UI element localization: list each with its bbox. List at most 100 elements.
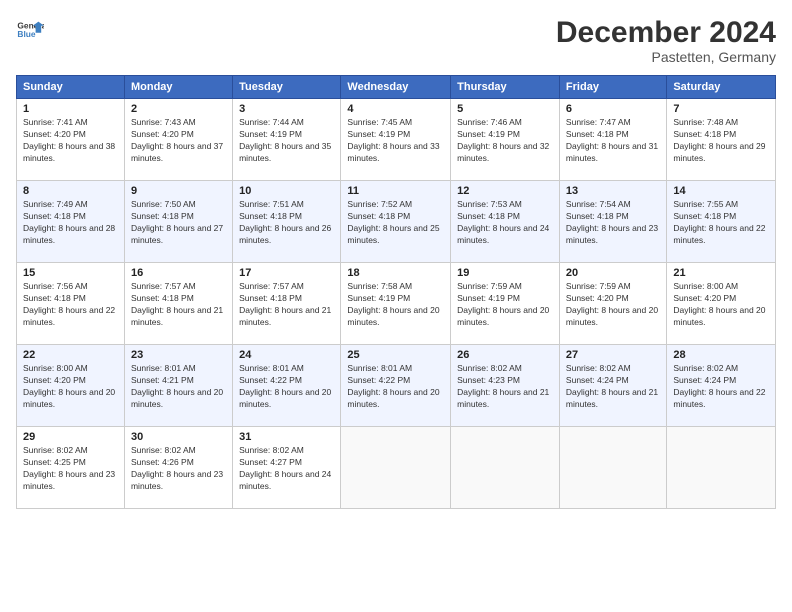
calendar-cell: 22 Sunrise: 8:00 AM Sunset: 4:20 PM Dayl… bbox=[17, 345, 125, 427]
day-number: 1 bbox=[23, 103, 118, 115]
day-number: 26 bbox=[457, 349, 553, 361]
day-info: Sunrise: 8:02 AM Sunset: 4:24 PM Dayligh… bbox=[566, 363, 660, 411]
day-info: Sunrise: 7:55 AM Sunset: 4:18 PM Dayligh… bbox=[673, 199, 769, 247]
day-number: 28 bbox=[673, 349, 769, 361]
day-info: Sunrise: 7:59 AM Sunset: 4:19 PM Dayligh… bbox=[457, 281, 553, 329]
calendar-cell: 31 Sunrise: 8:02 AM Sunset: 4:27 PM Dayl… bbox=[233, 427, 341, 509]
day-info: Sunrise: 7:46 AM Sunset: 4:19 PM Dayligh… bbox=[457, 117, 553, 165]
day-info: Sunrise: 8:00 AM Sunset: 4:20 PM Dayligh… bbox=[23, 363, 118, 411]
day-info: Sunrise: 7:58 AM Sunset: 4:19 PM Dayligh… bbox=[347, 281, 444, 329]
svg-text:Blue: Blue bbox=[17, 29, 35, 39]
day-number: 19 bbox=[457, 267, 553, 279]
day-number: 29 bbox=[23, 431, 118, 443]
day-info: Sunrise: 7:54 AM Sunset: 4:18 PM Dayligh… bbox=[566, 199, 660, 247]
day-number: 7 bbox=[673, 103, 769, 115]
day-number: 13 bbox=[566, 185, 660, 197]
day-info: Sunrise: 7:43 AM Sunset: 4:20 PM Dayligh… bbox=[131, 117, 226, 165]
day-info: Sunrise: 8:01 AM Sunset: 4:22 PM Dayligh… bbox=[239, 363, 334, 411]
calendar-cell: 19 Sunrise: 7:59 AM Sunset: 4:19 PM Dayl… bbox=[451, 263, 560, 345]
calendar-cell: 17 Sunrise: 7:57 AM Sunset: 4:18 PM Dayl… bbox=[233, 263, 341, 345]
calendar-cell: 14 Sunrise: 7:55 AM Sunset: 4:18 PM Dayl… bbox=[667, 181, 776, 263]
day-number: 24 bbox=[239, 349, 334, 361]
day-info: Sunrise: 8:02 AM Sunset: 4:25 PM Dayligh… bbox=[23, 445, 118, 493]
day-number: 23 bbox=[131, 349, 226, 361]
day-number: 14 bbox=[673, 185, 769, 197]
day-number: 2 bbox=[131, 103, 226, 115]
day-number: 8 bbox=[23, 185, 118, 197]
day-info: Sunrise: 7:47 AM Sunset: 4:18 PM Dayligh… bbox=[566, 117, 660, 165]
day-number: 18 bbox=[347, 267, 444, 279]
day-number: 27 bbox=[566, 349, 660, 361]
day-info: Sunrise: 7:51 AM Sunset: 4:18 PM Dayligh… bbox=[239, 199, 334, 247]
header: General Blue December 2024 Pastetten, Ge… bbox=[16, 16, 776, 65]
day-number: 11 bbox=[347, 185, 444, 197]
calendar-cell: 15 Sunrise: 7:56 AM Sunset: 4:18 PM Dayl… bbox=[17, 263, 125, 345]
calendar-cell: 2 Sunrise: 7:43 AM Sunset: 4:20 PM Dayli… bbox=[124, 99, 232, 181]
day-info: Sunrise: 7:53 AM Sunset: 4:18 PM Dayligh… bbox=[457, 199, 553, 247]
day-info: Sunrise: 7:52 AM Sunset: 4:18 PM Dayligh… bbox=[347, 199, 444, 247]
calendar-cell bbox=[667, 427, 776, 509]
calendar-cell: 1 Sunrise: 7:41 AM Sunset: 4:20 PM Dayli… bbox=[17, 99, 125, 181]
calendar-cell: 18 Sunrise: 7:58 AM Sunset: 4:19 PM Dayl… bbox=[341, 263, 451, 345]
day-info: Sunrise: 7:59 AM Sunset: 4:20 PM Dayligh… bbox=[566, 281, 660, 329]
calendar-table: Sunday Monday Tuesday Wednesday Thursday… bbox=[16, 75, 776, 509]
day-number: 4 bbox=[347, 103, 444, 115]
col-monday: Monday bbox=[124, 76, 232, 99]
day-number: 3 bbox=[239, 103, 334, 115]
col-tuesday: Tuesday bbox=[233, 76, 341, 99]
day-info: Sunrise: 8:01 AM Sunset: 4:22 PM Dayligh… bbox=[347, 363, 444, 411]
day-info: Sunrise: 8:02 AM Sunset: 4:26 PM Dayligh… bbox=[131, 445, 226, 493]
day-info: Sunrise: 7:49 AM Sunset: 4:18 PM Dayligh… bbox=[23, 199, 118, 247]
calendar-cell: 26 Sunrise: 8:02 AM Sunset: 4:23 PM Dayl… bbox=[451, 345, 560, 427]
day-info: Sunrise: 8:01 AM Sunset: 4:21 PM Dayligh… bbox=[131, 363, 226, 411]
calendar-cell: 16 Sunrise: 7:57 AM Sunset: 4:18 PM Dayl… bbox=[124, 263, 232, 345]
col-wednesday: Wednesday bbox=[341, 76, 451, 99]
logo-icon: General Blue bbox=[16, 16, 44, 44]
day-info: Sunrise: 7:44 AM Sunset: 4:19 PM Dayligh… bbox=[239, 117, 334, 165]
day-info: Sunrise: 8:02 AM Sunset: 4:24 PM Dayligh… bbox=[673, 363, 769, 411]
day-info: Sunrise: 7:50 AM Sunset: 4:18 PM Dayligh… bbox=[131, 199, 226, 247]
calendar-cell: 6 Sunrise: 7:47 AM Sunset: 4:18 PM Dayli… bbox=[559, 99, 666, 181]
calendar-cell: 12 Sunrise: 7:53 AM Sunset: 4:18 PM Dayl… bbox=[451, 181, 560, 263]
page: General Blue December 2024 Pastetten, Ge… bbox=[0, 0, 792, 612]
calendar-cell: 9 Sunrise: 7:50 AM Sunset: 4:18 PM Dayli… bbox=[124, 181, 232, 263]
month-title: December 2024 bbox=[556, 16, 776, 49]
col-sunday: Sunday bbox=[17, 76, 125, 99]
day-number: 5 bbox=[457, 103, 553, 115]
calendar-cell: 23 Sunrise: 8:01 AM Sunset: 4:21 PM Dayl… bbox=[124, 345, 232, 427]
day-info: Sunrise: 7:57 AM Sunset: 4:18 PM Dayligh… bbox=[131, 281, 226, 329]
day-info: Sunrise: 7:41 AM Sunset: 4:20 PM Dayligh… bbox=[23, 117, 118, 165]
calendar-cell: 21 Sunrise: 8:00 AM Sunset: 4:20 PM Dayl… bbox=[667, 263, 776, 345]
day-number: 16 bbox=[131, 267, 226, 279]
col-thursday: Thursday bbox=[451, 76, 560, 99]
calendar-cell: 7 Sunrise: 7:48 AM Sunset: 4:18 PM Dayli… bbox=[667, 99, 776, 181]
day-info: Sunrise: 7:45 AM Sunset: 4:19 PM Dayligh… bbox=[347, 117, 444, 165]
calendar-cell: 24 Sunrise: 8:01 AM Sunset: 4:22 PM Dayl… bbox=[233, 345, 341, 427]
calendar-cell: 10 Sunrise: 7:51 AM Sunset: 4:18 PM Dayl… bbox=[233, 181, 341, 263]
calendar-cell: 27 Sunrise: 8:02 AM Sunset: 4:24 PM Dayl… bbox=[559, 345, 666, 427]
calendar-cell: 25 Sunrise: 8:01 AM Sunset: 4:22 PM Dayl… bbox=[341, 345, 451, 427]
day-info: Sunrise: 7:56 AM Sunset: 4:18 PM Dayligh… bbox=[23, 281, 118, 329]
day-info: Sunrise: 7:57 AM Sunset: 4:18 PM Dayligh… bbox=[239, 281, 334, 329]
calendar-cell bbox=[451, 427, 560, 509]
day-number: 30 bbox=[131, 431, 226, 443]
calendar-cell: 8 Sunrise: 7:49 AM Sunset: 4:18 PM Dayli… bbox=[17, 181, 125, 263]
day-info: Sunrise: 8:00 AM Sunset: 4:20 PM Dayligh… bbox=[673, 281, 769, 329]
title-block: December 2024 Pastetten, Germany bbox=[556, 16, 776, 65]
calendar-cell bbox=[341, 427, 451, 509]
col-saturday: Saturday bbox=[667, 76, 776, 99]
calendar-cell: 20 Sunrise: 7:59 AM Sunset: 4:20 PM Dayl… bbox=[559, 263, 666, 345]
day-number: 25 bbox=[347, 349, 444, 361]
calendar-cell: 4 Sunrise: 7:45 AM Sunset: 4:19 PM Dayli… bbox=[341, 99, 451, 181]
day-number: 17 bbox=[239, 267, 334, 279]
logo: General Blue bbox=[16, 16, 44, 44]
calendar-cell: 29 Sunrise: 8:02 AM Sunset: 4:25 PM Dayl… bbox=[17, 427, 125, 509]
day-info: Sunrise: 8:02 AM Sunset: 4:23 PM Dayligh… bbox=[457, 363, 553, 411]
day-number: 20 bbox=[566, 267, 660, 279]
calendar-cell: 30 Sunrise: 8:02 AM Sunset: 4:26 PM Dayl… bbox=[124, 427, 232, 509]
day-number: 9 bbox=[131, 185, 226, 197]
day-number: 12 bbox=[457, 185, 553, 197]
col-friday: Friday bbox=[559, 76, 666, 99]
day-info: Sunrise: 8:02 AM Sunset: 4:27 PM Dayligh… bbox=[239, 445, 334, 493]
day-number: 31 bbox=[239, 431, 334, 443]
